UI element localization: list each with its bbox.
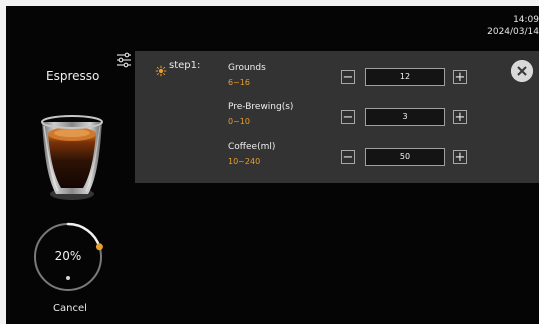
- drink-name: Espresso: [46, 69, 100, 83]
- increase-coffee-button[interactable]: +: [453, 150, 467, 164]
- parameter-range: 6~16: [228, 78, 250, 87]
- parameter-label: Coffee(ml): [228, 142, 276, 152]
- brew-progress: 20%: [29, 218, 107, 296]
- espresso-cup-icon: [41, 115, 103, 200]
- parameter-row-coffee: Coffee(ml) 10~240 − 50 +: [135, 142, 539, 172]
- parameter-range: 0~10: [228, 117, 250, 126]
- sliders-icon[interactable]: [115, 51, 133, 69]
- parameter-range: 10~240: [228, 157, 261, 166]
- clock-time: 14:09: [513, 15, 539, 25]
- progress-percent: 20%: [54, 249, 82, 263]
- parameter-label: Grounds: [228, 63, 266, 73]
- close-button[interactable]: [511, 60, 533, 82]
- coffee-machine-screen: 14:09 2024/03/14 Espresso 20% Cancel ste…: [6, 6, 539, 324]
- close-icon: [511, 60, 533, 82]
- parameter-panel: step1: Grounds 6~16 − 12 + Pre-Brewing(s…: [135, 51, 539, 183]
- decrease-coffee-button[interactable]: −: [341, 150, 355, 164]
- parameter-row-pre-brewing: Pre-Brewing(s) 0~10 − 3 +: [135, 102, 539, 132]
- grounds-value-field[interactable]: 12: [365, 68, 445, 86]
- progress-indicator-dot: [66, 276, 70, 280]
- increase-grounds-button[interactable]: +: [453, 70, 467, 84]
- parameter-row-grounds: Grounds 6~16 − 12 +: [135, 63, 539, 93]
- coffee-value-field[interactable]: 50: [365, 148, 445, 166]
- pre-brewing-value-field[interactable]: 3: [365, 108, 445, 126]
- espresso-cup-image: [34, 110, 110, 206]
- decrease-grounds-button[interactable]: −: [341, 70, 355, 84]
- parameter-label: Pre-Brewing(s): [228, 102, 294, 112]
- decrease-pre-brewing-button[interactable]: −: [341, 110, 355, 124]
- increase-pre-brewing-button[interactable]: +: [453, 110, 467, 124]
- status-clock: 14:09 2024/03/14: [487, 14, 539, 38]
- clock-date: 2024/03/14: [487, 27, 539, 37]
- sliders-icon-graphic: [117, 52, 131, 68]
- cancel-button[interactable]: Cancel: [53, 303, 87, 314]
